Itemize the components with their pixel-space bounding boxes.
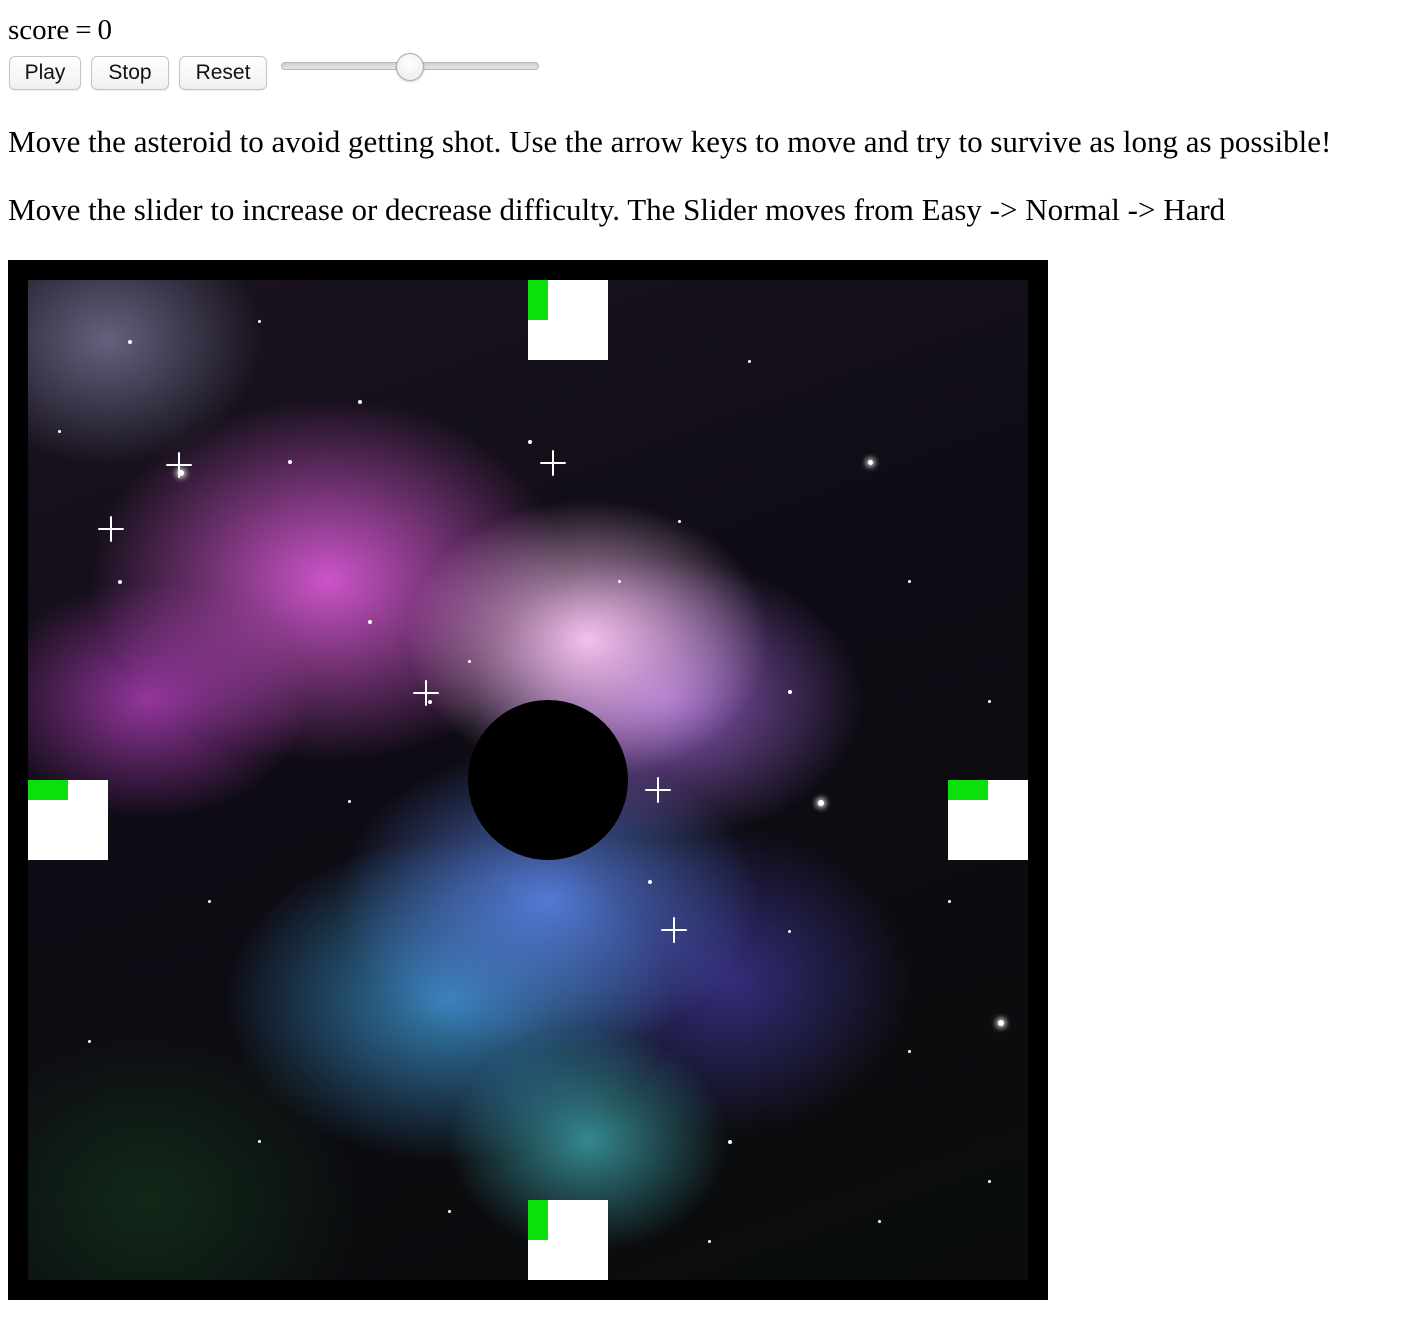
score-equals: = bbox=[75, 14, 92, 46]
star-flare bbox=[98, 516, 124, 542]
reset-button[interactable]: Reset bbox=[179, 56, 267, 90]
star-flare bbox=[413, 680, 439, 706]
star bbox=[468, 660, 471, 663]
stop-button[interactable]: Stop bbox=[91, 56, 169, 90]
star bbox=[908, 580, 911, 583]
star bbox=[258, 320, 261, 323]
star bbox=[998, 1020, 1004, 1026]
turret-left-barrel bbox=[28, 780, 68, 800]
score-value: 0 bbox=[97, 14, 113, 46]
star bbox=[708, 1240, 711, 1243]
slider-thumb[interactable] bbox=[396, 53, 424, 81]
star-flare bbox=[645, 777, 671, 803]
instructions-difficulty: Move the slider to increase or decrease … bbox=[8, 192, 1226, 227]
star bbox=[88, 1040, 91, 1043]
star bbox=[908, 1050, 911, 1053]
star-flare bbox=[540, 450, 566, 476]
star bbox=[748, 360, 751, 363]
turret-top-barrel bbox=[528, 280, 548, 320]
star-flare bbox=[661, 917, 687, 943]
star bbox=[988, 700, 991, 703]
star bbox=[258, 1140, 261, 1143]
star bbox=[788, 690, 792, 694]
star bbox=[358, 400, 362, 404]
star bbox=[948, 900, 951, 903]
turret-right-barrel bbox=[948, 780, 988, 800]
star bbox=[428, 700, 432, 704]
star bbox=[728, 1140, 732, 1144]
turret-bottom bbox=[528, 1200, 608, 1280]
turret-bottom-barrel bbox=[528, 1200, 548, 1240]
star bbox=[818, 800, 824, 806]
star bbox=[208, 900, 211, 903]
play-button[interactable]: Play bbox=[9, 56, 81, 90]
star bbox=[368, 620, 372, 624]
star bbox=[988, 1180, 991, 1183]
star bbox=[648, 880, 652, 884]
difficulty-slider[interactable] bbox=[280, 53, 540, 82]
turret-left bbox=[28, 780, 108, 860]
score-display: score = 0 bbox=[8, 12, 112, 48]
star bbox=[118, 580, 122, 584]
star bbox=[448, 1210, 451, 1213]
star bbox=[528, 440, 532, 444]
star bbox=[868, 460, 873, 465]
asteroid bbox=[468, 700, 628, 860]
score-label: score bbox=[8, 14, 70, 46]
star bbox=[788, 930, 791, 933]
star bbox=[288, 460, 292, 464]
instructions-movement: Move the asteroid to avoid getting shot.… bbox=[8, 124, 1332, 159]
star bbox=[678, 520, 681, 523]
nebula-background bbox=[28, 280, 1028, 1280]
star bbox=[878, 1220, 881, 1223]
star bbox=[178, 470, 184, 476]
turret-top bbox=[528, 280, 608, 360]
game-canvas[interactable] bbox=[8, 260, 1048, 1300]
star bbox=[58, 430, 61, 433]
star bbox=[618, 580, 621, 583]
star bbox=[128, 340, 132, 344]
star bbox=[348, 800, 351, 803]
turret-right bbox=[948, 780, 1028, 860]
